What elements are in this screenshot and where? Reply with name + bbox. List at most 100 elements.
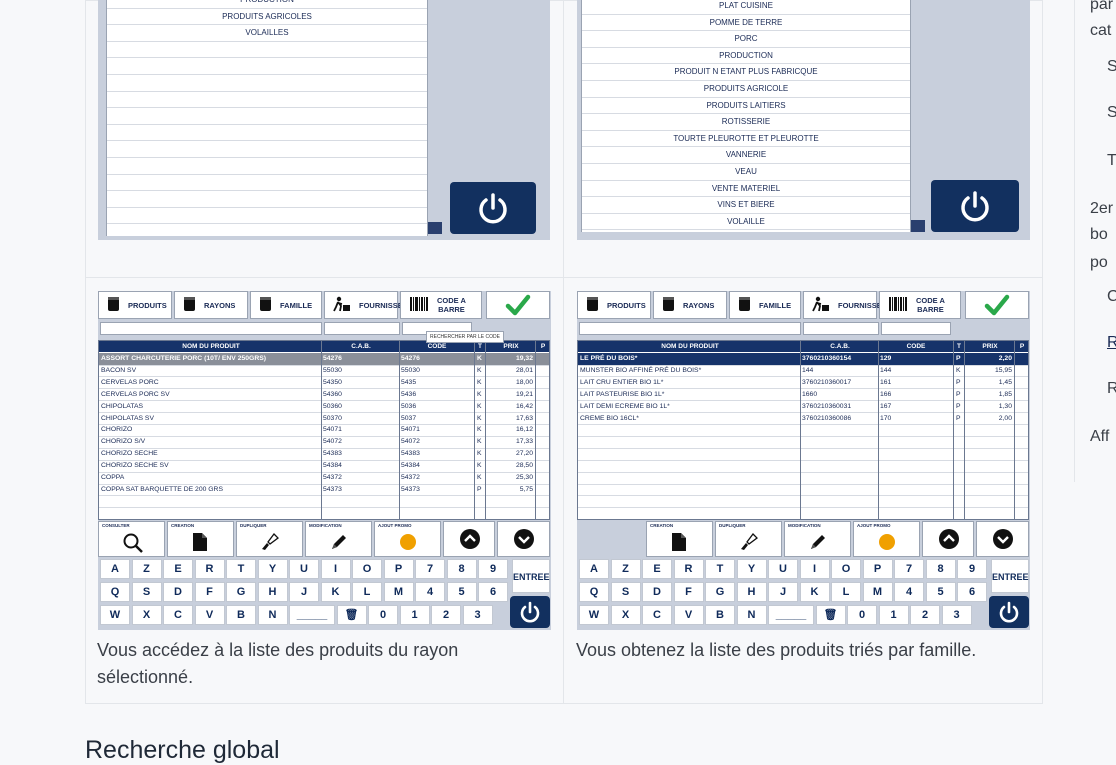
key-delete[interactable]: 🗑 [336,605,367,625]
dupliquer-button[interactable]: DUPLIQUER [715,521,782,557]
table-row[interactable]: COPPA 54372 54372 K 25,30 [99,472,549,485]
key-0[interactable]: 0 [368,605,398,625]
key-o[interactable]: O [352,559,382,579]
famille-tab[interactable]: FAMILLE [250,291,322,319]
list-item[interactable]: VENTE MATERIEL [582,181,910,198]
key-3[interactable]: 3 [941,605,972,625]
entree-key[interactable]: ENTREE [991,559,1029,593]
list-item[interactable]: VEAU [582,164,910,181]
list-item[interactable]: VOLAILLES [107,25,427,42]
key-h[interactable]: H [736,582,767,602]
key-m[interactable]: M [383,582,414,602]
list-item[interactable]: PRODUITS AGRICOLE [582,81,910,98]
table-row[interactable]: BACON SV 55030 55030 K 28,01 [99,365,549,378]
key-9[interactable]: 9 [957,559,987,579]
key-j[interactable]: J [289,582,319,602]
list-item[interactable]: PRODUCTION [582,48,910,65]
column-header-t[interactable]: T [954,341,964,352]
key-1[interactable]: 1 [878,605,909,625]
column-header-p[interactable]: P [1016,341,1028,352]
list-item[interactable]: POMME DE TERRE [582,15,910,32]
key-5[interactable]: 5 [925,582,956,602]
key-g[interactable]: G [226,582,256,602]
cab-search-input[interactable] [324,322,400,335]
fournisseur-tab[interactable]: FOURNISSEUR [803,291,893,319]
key-k[interactable]: K [320,582,351,602]
list-item[interactable]: VINS ET BIERE [582,197,910,214]
produits-tab[interactable]: PRODUITS [577,291,651,319]
table-row[interactable]: LAIT PASTEURISE BIO 1L* 1660 166 P 1,85 [578,389,1028,402]
dupliquer-button[interactable]: DUPLIQUER [236,521,303,557]
list-item[interactable]: PLAT CUISINE [582,0,910,15]
key-x[interactable]: X [610,605,641,625]
code-barre-tab[interactable]: CODE A BARRE [879,291,961,319]
validate-button[interactable] [486,291,550,319]
power-button[interactable] [931,180,1019,232]
key-p[interactable]: P [862,559,893,579]
key-0[interactable]: 0 [847,605,877,625]
key-w[interactable]: W [579,605,609,625]
key-q[interactable]: Q [100,582,130,602]
key-s[interactable]: S [610,582,641,602]
key-r[interactable]: R [194,559,225,579]
column-header-nom[interactable]: NOM DU PRODUIT [101,341,321,352]
key-p[interactable]: P [383,559,414,579]
list-item[interactable]: PRODUITS AGRICOLES [107,9,427,26]
code-search-input[interactable] [881,322,951,335]
key-l[interactable]: L [352,582,382,602]
key-6[interactable]: 6 [957,582,987,602]
key-t[interactable]: T [226,559,256,579]
key-4[interactable]: 4 [894,582,924,602]
rayons-tab[interactable]: RAYONS [174,291,248,319]
table-row[interactable]: CHORIZO S/V 54072 54072 K 17,33 [99,436,549,449]
key-a[interactable]: A [100,559,130,579]
key-delete[interactable]: 🗑 [815,605,846,625]
key-i[interactable]: I [320,559,351,579]
table-row[interactable]: LAIT CRU ENTIER BIO 1L* 3760210360017 161 P… [578,377,1028,390]
table-row[interactable]: CHORIZO SECHE 54383 54383 K 27,20 [99,448,549,461]
consulter-button[interactable]: CONSULTER [98,521,165,557]
key-x[interactable]: X [131,605,162,625]
key-5[interactable]: 5 [446,582,477,602]
list-item[interactable]: PRODUCTION [107,0,427,9]
key-4[interactable]: 4 [415,582,445,602]
scroll-thumb[interactable] [911,220,925,232]
key-d[interactable]: D [642,582,672,602]
modification-button[interactable]: MODIFICATION [784,521,851,557]
key-j[interactable]: J [768,582,798,602]
table-row[interactable]: LE PRÉ DU BOIS* 3760210360154 129 P 2,20 [578,353,1028,366]
key-v[interactable]: V [673,605,704,625]
key-d[interactable]: D [163,582,193,602]
power-button[interactable] [510,596,550,628]
power-button[interactable] [450,182,536,234]
table-row[interactable]: COPPA SAT BARQUETTE DE 200 GRS 54373 54373… [99,484,549,497]
key-7[interactable]: 7 [894,559,924,579]
key-s[interactable]: S [131,582,162,602]
key-n[interactable]: N [736,605,767,625]
key-c[interactable]: C [163,605,193,625]
list-item[interactable]: TOURTE PLEUROTTE ET PLEUROTTE [582,131,910,148]
key-8[interactable]: 8 [446,559,477,579]
search-input[interactable] [100,322,322,335]
key-8[interactable]: 8 [925,559,956,579]
list-item[interactable]: ROTISSERIE [582,114,910,131]
key-z[interactable]: Z [131,559,162,579]
table-row[interactable]: CERVELAS PORC 54350 5435 K 18,00 [99,377,549,390]
key-a[interactable]: A [579,559,609,579]
ajout-promo-button[interactable]: AJOUT PROMO [853,521,920,557]
scroll-down-button[interactable] [976,521,1029,557]
key-f[interactable]: F [673,582,704,602]
side-link[interactable]: R [1107,334,1116,352]
scroll-thumb[interactable] [428,222,442,234]
table-row[interactable]: CHIPOLATAS SV 50370 5037 K 17,63 [99,413,549,426]
table-row[interactable]: CHORIZO SECHE SV 54384 54384 K 28,50 [99,460,549,473]
key-g[interactable]: G [705,582,735,602]
key-space[interactable]: _____ [289,605,335,625]
validate-button[interactable] [965,291,1029,319]
scroll-up-button[interactable] [922,521,974,557]
key-b[interactable]: B [705,605,735,625]
key-y[interactable]: Y [257,559,288,579]
key-z[interactable]: Z [610,559,641,579]
key-6[interactable]: 6 [478,582,508,602]
column-header-cab[interactable]: C.A.B. [323,341,399,352]
